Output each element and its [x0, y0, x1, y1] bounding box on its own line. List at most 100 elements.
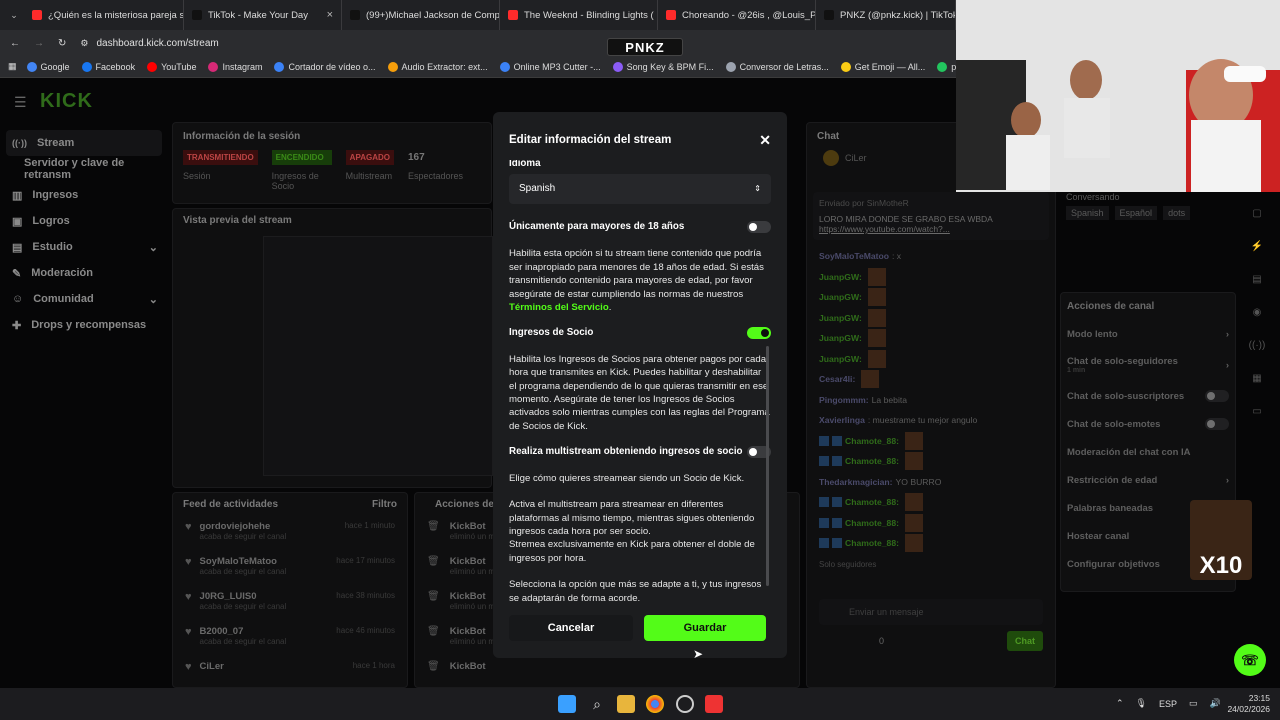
tab-list-icon[interactable]: ⌄: [4, 10, 24, 21]
channel-action-item[interactable]: Chat de solo-emotes: [1067, 410, 1229, 438]
terms-link[interactable]: Términos del Servicio: [509, 302, 609, 313]
browser-tab[interactable]: ¿Quién es la misteriosa pareja s×: [24, 0, 184, 30]
channel-toggle[interactable]: [1205, 418, 1229, 430]
sidebar-item-server-key[interactable]: Servidor y clave de retransm: [0, 156, 172, 182]
chat-username[interactable]: JuanpGW:: [819, 292, 862, 302]
chat-username[interactable]: Thedarkmagician:: [819, 477, 893, 487]
apps-icon[interactable]: ▦: [8, 61, 17, 72]
partner-revenue-toggle[interactable]: [747, 327, 771, 340]
sidebar-item-estudio[interactable]: ▤ Estudio ⌄: [0, 234, 172, 260]
bookmark[interactable]: Audio Extractor: ext...: [387, 61, 488, 72]
chevron-up-icon[interactable]: ⌃: [1116, 698, 1124, 709]
bookmark[interactable]: Instagram: [208, 61, 262, 72]
bookmark[interactable]: Google: [26, 61, 70, 72]
stream-preview[interactable]: [263, 236, 493, 476]
bookmark[interactable]: Cortador de vídeo o...: [274, 61, 376, 72]
network-icon[interactable]: ▭: [1189, 698, 1198, 709]
bookmark[interactable]: Get Emoji — All...: [840, 61, 925, 72]
language-indicator[interactable]: ESP: [1159, 699, 1177, 709]
tag[interactable]: dots: [1163, 206, 1191, 220]
chat-username[interactable]: JuanpGW:: [819, 313, 862, 323]
mic-icon[interactable]: 🎙: [1136, 698, 1147, 709]
browser-tab[interactable]: (99+)Michael Jackson de Comp×: [342, 0, 500, 30]
sidebar-item-drops[interactable]: ✚ Drops y recompensas: [0, 312, 172, 338]
sidebar-item-comunidad[interactable]: ☺ Comunidad ⌄: [0, 286, 172, 312]
reload-icon[interactable]: ↻: [58, 38, 66, 49]
revenue-icon: ▥: [12, 189, 23, 202]
adult-toggle[interactable]: [747, 220, 771, 233]
modal-scrollbar[interactable]: [766, 346, 769, 586]
channel-action-item[interactable]: Modo lento ›: [1067, 320, 1229, 348]
chat-send-button[interactable]: Chat: [1007, 630, 1043, 651]
rail-icon[interactable]: ▭: [1252, 406, 1261, 417]
chat-username[interactable]: Chamote_88:: [845, 538, 899, 548]
cancel-button[interactable]: Cancelar: [509, 615, 633, 641]
browser-tab[interactable]: The Weeknd - Blinding Lights (×: [500, 0, 658, 30]
feed-filter[interactable]: Filtro: [372, 499, 397, 510]
channel-toggle[interactable]: [1205, 390, 1229, 402]
clock[interactable]: 23:15 24/02/2026: [1222, 693, 1270, 715]
browser-tab[interactable]: Choreando - @26is , @Louis_P×: [658, 0, 816, 30]
tag[interactable]: Español: [1114, 206, 1158, 220]
feed-user[interactable]: B2000_07: [200, 626, 329, 637]
close-icon[interactable]: ✕: [759, 132, 771, 149]
chat-username[interactable]: Chamote_88:: [845, 436, 899, 446]
channel-action-item[interactable]: Moderación del chat con IA: [1067, 438, 1229, 466]
rail-icon[interactable]: ⚡: [1251, 241, 1263, 252]
language-select[interactable]: Spanish ⇕: [509, 174, 771, 204]
feed-user[interactable]: J0RG_LUIS0: [200, 591, 329, 602]
search-icon[interactable]: ⌕: [588, 695, 606, 713]
support-button[interactable]: ☏: [1234, 644, 1266, 676]
forward-icon[interactable]: →: [34, 38, 44, 49]
save-button[interactable]: Guardar: [644, 615, 766, 641]
site-info-icon[interactable]: ⚙: [80, 38, 88, 49]
url-text[interactable]: dashboard.kick.com/stream: [96, 38, 218, 49]
kick-logo[interactable]: KICK: [40, 90, 93, 113]
windows-start-icon[interactable]: [558, 695, 576, 713]
sidebar-item-moderacion[interactable]: ✎ Moderación: [0, 260, 172, 286]
chat-username[interactable]: Xavierlinga: [819, 415, 865, 425]
chat-input[interactable]: Enviar un mensaje: [819, 598, 1043, 625]
feed-user[interactable]: CiLer: [200, 661, 345, 672]
bookmark[interactable]: Facebook: [81, 61, 135, 72]
menu-icon[interactable]: ☰: [14, 94, 27, 111]
channel-action-item[interactable]: Restricción de edad ›: [1067, 466, 1229, 494]
chat-username[interactable]: Pingommm:: [819, 395, 869, 405]
close-tab-icon[interactable]: ×: [321, 9, 333, 21]
channel-action-item[interactable]: Chat de solo-seguidores 1 min ›: [1067, 348, 1229, 382]
bookmark[interactable]: Conversor de Letras...: [725, 61, 829, 72]
bookmark[interactable]: Online MP3 Cutter -...: [499, 61, 601, 72]
browser-tab[interactable]: PNKZ (@pnkz.kick) | TikTok: [816, 0, 956, 30]
rail-icon[interactable]: ▢: [1252, 208, 1261, 219]
chat-username[interactable]: JuanpGW:: [819, 354, 862, 364]
feed-user[interactable]: SoyMaloTeMatoo: [200, 556, 329, 567]
chat-username[interactable]: Cesar4li:: [819, 374, 855, 384]
sidebar-item-stream[interactable]: ((·)) Stream: [0, 130, 172, 156]
sidebar-item-logros[interactable]: ▣ Logros: [0, 208, 172, 234]
app-icon[interactable]: [705, 695, 723, 713]
chat-username[interactable]: Chamote_88:: [845, 518, 899, 528]
chrome-icon[interactable]: [646, 695, 664, 713]
back-icon[interactable]: ←: [10, 38, 20, 49]
chat-username[interactable]: JuanpGW:: [819, 333, 862, 343]
bookmark[interactable]: YouTube: [147, 61, 196, 72]
bookmark[interactable]: Song Key & BPM Fi...: [612, 61, 714, 72]
rail-icon[interactable]: ◉: [1253, 307, 1262, 318]
rail-icon[interactable]: ((·)): [1249, 340, 1266, 351]
rail-icon[interactable]: ▤: [1252, 274, 1261, 285]
feed-user[interactable]: gordoviejohehe: [200, 521, 337, 532]
emote-icon: [904, 452, 923, 471]
obs-icon[interactable]: [676, 695, 694, 713]
rail-icon[interactable]: ▦: [1252, 373, 1261, 384]
channel-action-item[interactable]: Chat de solo-suscriptores: [1067, 382, 1229, 410]
chat-username[interactable]: Chamote_88:: [845, 456, 899, 466]
tag[interactable]: Spanish: [1066, 206, 1109, 220]
file-explorer-icon[interactable]: [617, 695, 635, 713]
chat-username[interactable]: JuanpGW:: [819, 272, 862, 282]
browser-tab[interactable]: TikTok - Make Your Day ×: [184, 0, 342, 30]
chat-username[interactable]: Chamote_88:: [845, 497, 899, 507]
sidebar-item-ingresos[interactable]: ▥ Ingresos: [0, 182, 172, 208]
tab-favicon-icon: [508, 10, 518, 20]
chat-username[interactable]: SoyMaloTeMatoo: [819, 251, 889, 261]
volume-icon[interactable]: 🔊: [1210, 698, 1221, 709]
